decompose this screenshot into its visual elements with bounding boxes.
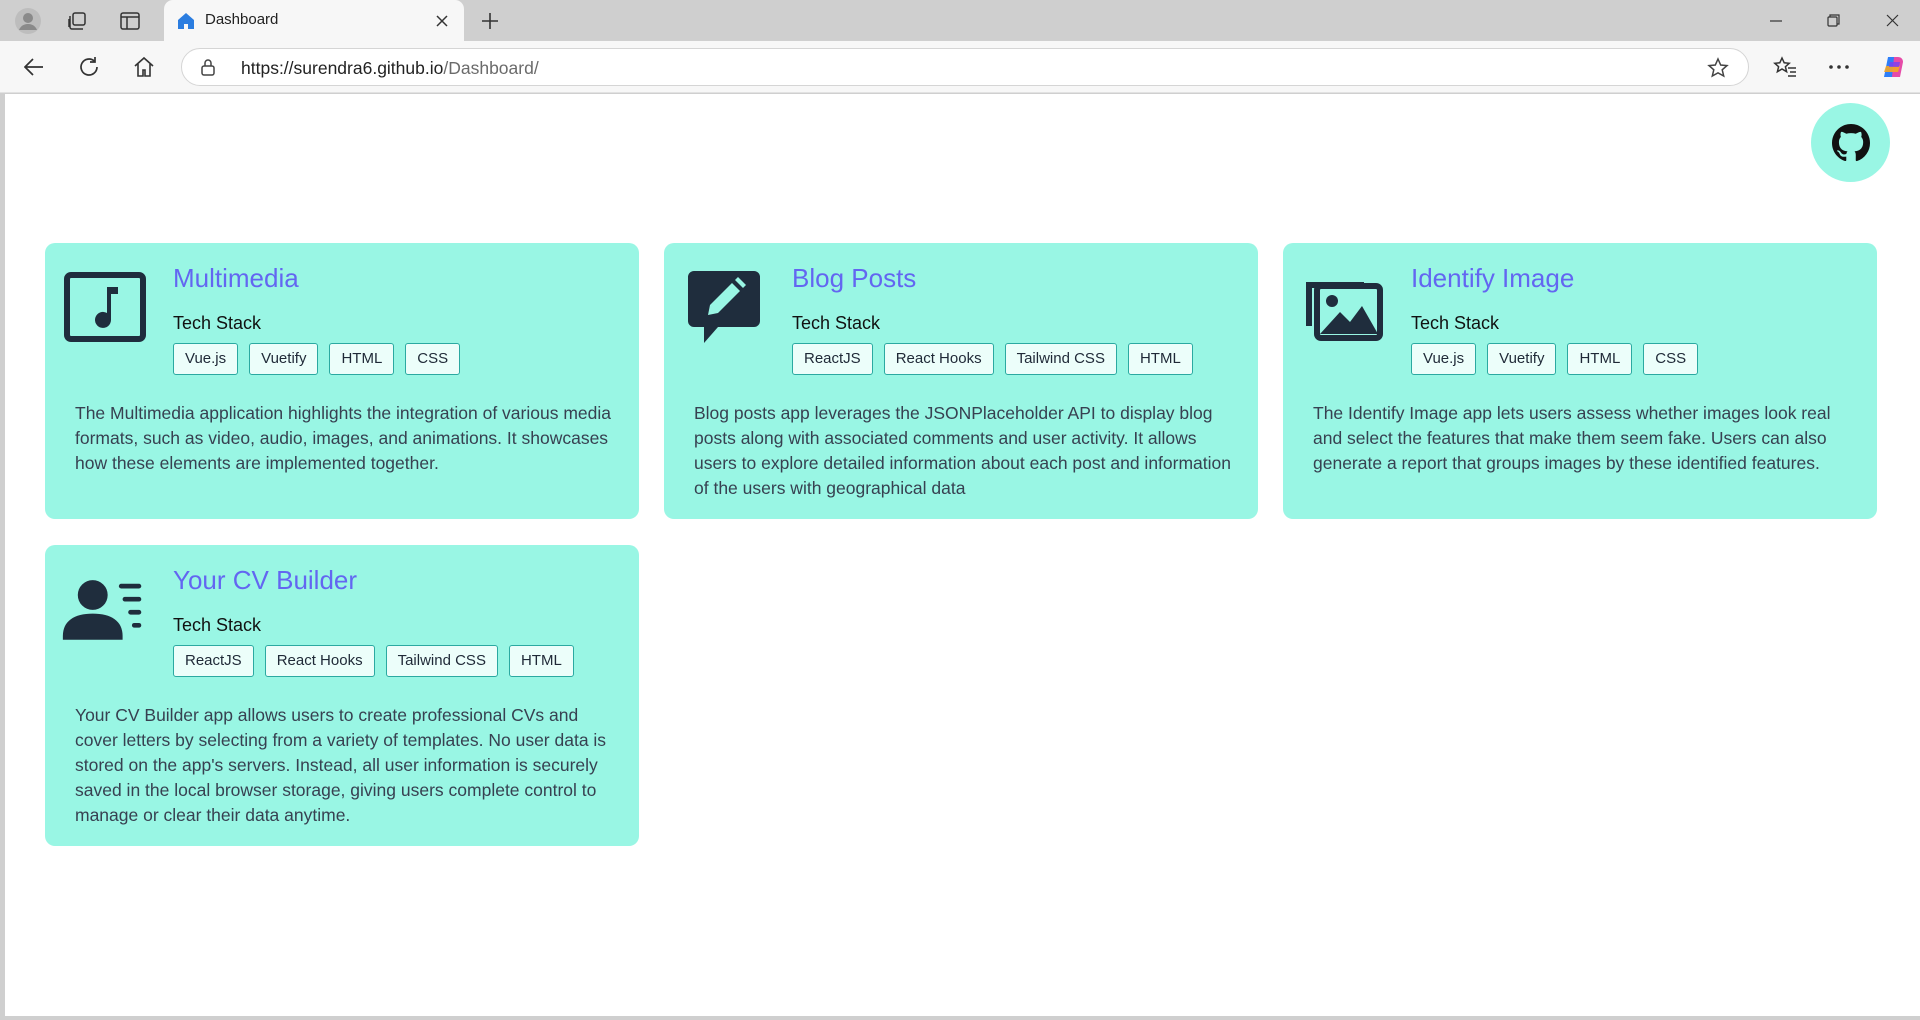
tech-stack-label: Tech Stack: [1411, 313, 1500, 333]
project-card-cv-builder[interactable]: Your CV Builder Tech Stack ReactJS React…: [45, 545, 639, 846]
tech-tag: Vuetify: [1487, 343, 1557, 375]
tech-stack-label: Tech Stack: [173, 313, 262, 333]
active-tab[interactable]: Dashboard: [164, 0, 464, 41]
tech-tag: Vuetify: [249, 343, 319, 375]
comment-edit-icon: [682, 265, 766, 349]
refresh-icon[interactable]: [70, 49, 108, 85]
card-description: The Multimedia application highlights th…: [75, 403, 611, 473]
tech-tags: Vue.js Vuetify HTML CSS: [173, 343, 461, 375]
tech-tag: CSS: [405, 343, 461, 375]
card-description: The Identify Image app lets users assess…: [1313, 403, 1831, 473]
card-title[interactable]: Blog Posts: [792, 263, 916, 294]
card-title[interactable]: Multimedia: [173, 263, 299, 294]
tech-tag: React Hooks: [883, 343, 994, 375]
project-card-multimedia[interactable]: Multimedia Tech Stack Vue.js Vuetify HTM…: [45, 243, 639, 519]
project-card-identify-image[interactable]: Identify Image Tech Stack Vue.js Vuetify…: [1283, 243, 1877, 519]
copilot-icon[interactable]: [1874, 49, 1912, 85]
card-title[interactable]: Your CV Builder: [173, 565, 357, 596]
tech-stack-label: Tech Stack: [792, 313, 881, 333]
tech-tags: ReactJS React Hooks Tailwind CSS HTML: [792, 343, 1193, 375]
back-arrow-icon[interactable]: [15, 49, 53, 85]
home-icon: [174, 9, 198, 33]
tech-tag: Tailwind CSS: [385, 645, 498, 677]
tech-tags: ReactJS React Hooks Tailwind CSS HTML: [173, 645, 574, 677]
github-icon: [1831, 123, 1870, 161]
address-bar[interactable]: https://surendra6.github.io/Dashboard/: [181, 48, 1749, 86]
tech-tag: Tailwind CSS: [1004, 343, 1117, 375]
tech-tag: HTML: [329, 343, 395, 375]
minimize-icon[interactable]: [1748, 0, 1804, 41]
browser-tab-bar: Dashboard: [0, 0, 1920, 41]
close-window-icon[interactable]: [1864, 0, 1920, 41]
user-list-icon: [61, 567, 145, 651]
music-note-icon: [63, 265, 147, 349]
lock-icon[interactable]: [199, 58, 217, 76]
images-icon: [1301, 265, 1385, 349]
tech-tag: HTML: [1127, 343, 1193, 375]
project-card-blog-posts[interactable]: Blog Posts Tech Stack ReactJS React Hook…: [664, 243, 1258, 519]
card-description: Your CV Builder app allows users to crea…: [75, 705, 607, 825]
tech-tag: ReactJS: [792, 343, 873, 375]
browser-toolbar: https://surendra6.github.io/Dashboard/: [0, 41, 1920, 93]
page-viewport: Multimedia Tech Stack Vue.js Vuetify HTM…: [5, 94, 1920, 1016]
tech-tag: CSS: [1643, 343, 1699, 375]
workspaces-icon[interactable]: [57, 6, 97, 36]
star-icon[interactable]: [1706, 56, 1730, 80]
favorites-icon[interactable]: [1766, 49, 1804, 85]
card-title[interactable]: Identify Image: [1411, 263, 1574, 294]
tech-tag: React Hooks: [264, 645, 375, 677]
url-text: https://surendra6.github.io/Dashboard/: [241, 58, 539, 79]
tech-tags: Vue.js Vuetify HTML CSS: [1411, 343, 1699, 375]
more-icon[interactable]: [1820, 49, 1858, 85]
tech-tag: ReactJS: [173, 645, 254, 677]
restore-icon[interactable]: [1805, 0, 1861, 41]
close-icon[interactable]: [430, 9, 454, 33]
github-link-button[interactable]: [1811, 103, 1890, 182]
tech-tag: HTML: [1567, 343, 1633, 375]
tech-tag: Vue.js: [1411, 343, 1477, 375]
plus-icon[interactable]: [472, 6, 508, 36]
home-icon[interactable]: [125, 49, 163, 85]
tab-title: Dashboard: [205, 11, 279, 28]
url-host: https://surendra6.github.io: [241, 58, 444, 78]
tech-tag: Vue.js: [173, 343, 239, 375]
url-path: /Dashboard/: [443, 58, 539, 78]
card-description: Blog posts app leverages the JSONPlaceho…: [694, 403, 1231, 498]
profile-icon[interactable]: [8, 6, 48, 36]
tech-tag: HTML: [508, 645, 574, 677]
tab-actions-icon[interactable]: [110, 6, 150, 36]
tech-stack-label: Tech Stack: [173, 615, 262, 635]
